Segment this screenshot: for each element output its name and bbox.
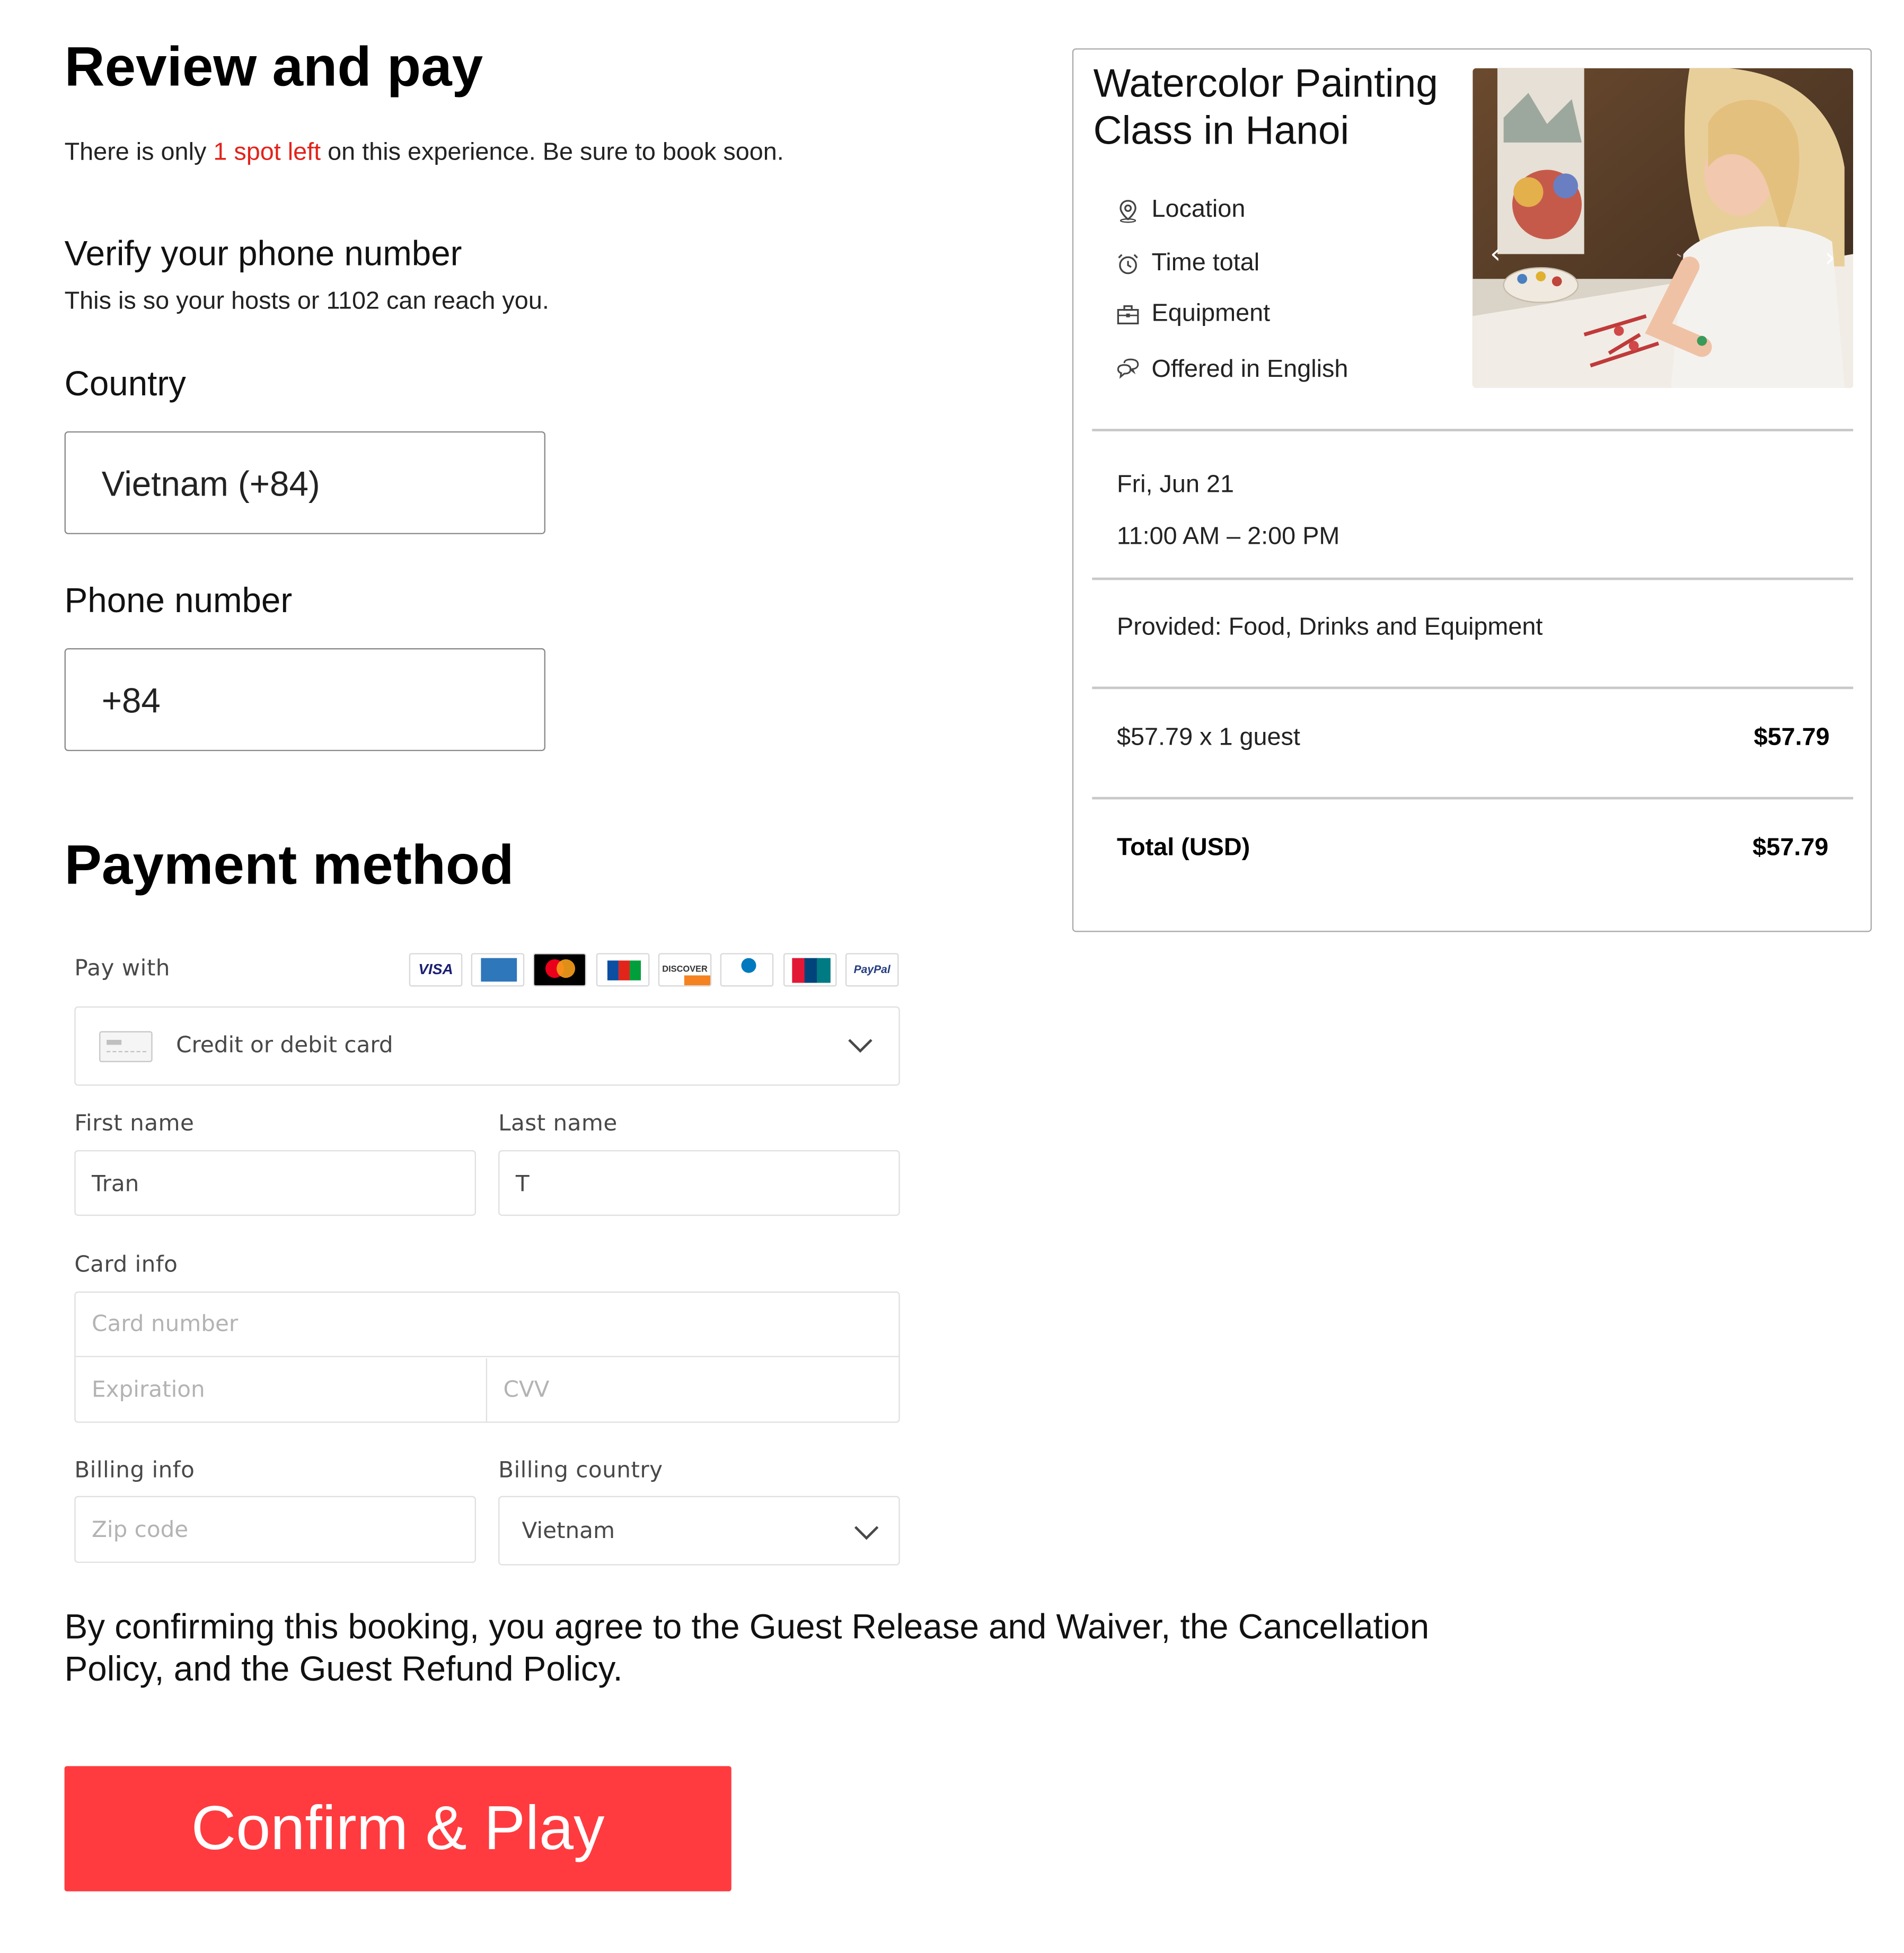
summary-divider bbox=[1092, 686, 1854, 689]
amex-logo bbox=[471, 953, 525, 987]
credit-card-icon bbox=[99, 1031, 153, 1063]
visa-logo: VISA bbox=[409, 953, 463, 987]
last-name-input[interactable]: T bbox=[498, 1150, 900, 1216]
card-info-group: Card number Expiration CVV bbox=[74, 1291, 900, 1423]
agreement-line-1: By confirming this booking, you agree to… bbox=[64, 1607, 1430, 1646]
page-title: Review and pay bbox=[64, 34, 483, 98]
pay-with-label: Pay with bbox=[74, 956, 170, 982]
feature-equipment: Equipment bbox=[1151, 299, 1271, 328]
billing-country-select[interactable]: Vietnam bbox=[498, 1496, 900, 1566]
agreement-line-2: Policy, and the Guest Refund Policy. bbox=[64, 1649, 623, 1689]
chevron-down-icon bbox=[854, 1526, 879, 1540]
country-label: Country bbox=[64, 364, 186, 403]
expiration-input[interactable]: Expiration bbox=[76, 1358, 488, 1422]
summary-divider bbox=[1092, 797, 1854, 799]
billing-country-value: Vietnam bbox=[522, 1518, 615, 1544]
chevron-down-icon bbox=[848, 1039, 872, 1053]
booking-agreement-text: By confirming this booking, you agree to… bbox=[65, 1606, 1430, 1691]
phone-number-label: Phone number bbox=[64, 581, 293, 620]
card-number-input[interactable]: Card number bbox=[75, 1293, 899, 1357]
summary-divider bbox=[1092, 577, 1854, 580]
unionpay-logo bbox=[783, 953, 837, 987]
card-info-label: Card info bbox=[74, 1251, 178, 1278]
alarm-clock-icon bbox=[1118, 254, 1138, 275]
phone-number-input[interactable]: +84 bbox=[64, 648, 545, 752]
experience-time: 11:00 AM – 2:00 PM bbox=[1117, 523, 1340, 551]
billing-country-label: Billing country bbox=[498, 1457, 663, 1484]
experience-photo-illustration: ‹ › bbox=[1473, 68, 1854, 388]
total-amount: $57.79 bbox=[1752, 834, 1829, 862]
chat-bubbles-icon bbox=[1117, 358, 1139, 379]
first-name-label: First name bbox=[74, 1110, 195, 1137]
zip-code-input[interactable]: Zip code bbox=[74, 1496, 477, 1563]
discover-logo: DISCOVER bbox=[658, 953, 712, 987]
feature-location: Location bbox=[1151, 196, 1246, 223]
location-pin-icon bbox=[1120, 200, 1136, 223]
svg-text:›: › bbox=[1824, 242, 1836, 273]
payment-method-select[interactable]: Credit or debit card bbox=[74, 1006, 900, 1086]
cvv-input[interactable]: CVV bbox=[488, 1358, 898, 1421]
toolbox-icon bbox=[1117, 305, 1139, 324]
availability-notice: There is only 1 spot left on this experi… bbox=[65, 139, 784, 167]
payment-method-heading: Payment method bbox=[64, 833, 514, 896]
price-per-guest: $57.79 x 1 guest bbox=[1117, 723, 1300, 752]
total-label: Total (USD) bbox=[1117, 834, 1250, 862]
payment-method-value: Credit or debit card bbox=[176, 1032, 393, 1059]
diners-club-logo bbox=[720, 953, 774, 987]
last-name-label: Last name bbox=[498, 1110, 618, 1137]
first-name-input[interactable]: Tran bbox=[74, 1150, 477, 1216]
jcb-logo bbox=[596, 953, 650, 987]
experience-title: Watercolor Painting Class in Hanoi bbox=[1094, 59, 1438, 154]
svg-text:‹: ‹ bbox=[1490, 238, 1501, 270]
verify-phone-subtext: This is so your hosts or 1102 can reach … bbox=[64, 287, 549, 315]
provided-items: Provided: Food, Drinks and Equipment bbox=[1117, 613, 1543, 641]
experience-photo[interactable]: ‹ › bbox=[1473, 68, 1854, 388]
confirm-button[interactable]: Confirm & Play bbox=[64, 1766, 731, 1892]
experience-title-line-1: Watercolor Painting bbox=[1093, 60, 1438, 105]
price-amount: $57.79 bbox=[1753, 723, 1830, 752]
feature-language: Offered in English bbox=[1151, 356, 1348, 383]
spots-left-highlight: 1 spot left bbox=[213, 138, 321, 166]
experience-title-line-2: Class in Hanoi bbox=[1093, 108, 1350, 153]
notice-suffix: on this experience. Be sure to book soon… bbox=[321, 138, 784, 166]
billing-info-label: Billing info bbox=[74, 1457, 195, 1484]
verify-phone-heading: Verify your phone number bbox=[64, 234, 462, 273]
country-select[interactable]: Vietnam (+84) bbox=[64, 431, 545, 534]
feature-time-total: Time total bbox=[1151, 249, 1260, 277]
summary-divider bbox=[1092, 429, 1854, 431]
experience-date: Fri, Jun 21 bbox=[1117, 471, 1234, 499]
notice-prefix: There is only bbox=[64, 138, 214, 166]
paypal-logo: PayPal bbox=[845, 953, 899, 987]
mastercard-logo bbox=[533, 953, 587, 987]
